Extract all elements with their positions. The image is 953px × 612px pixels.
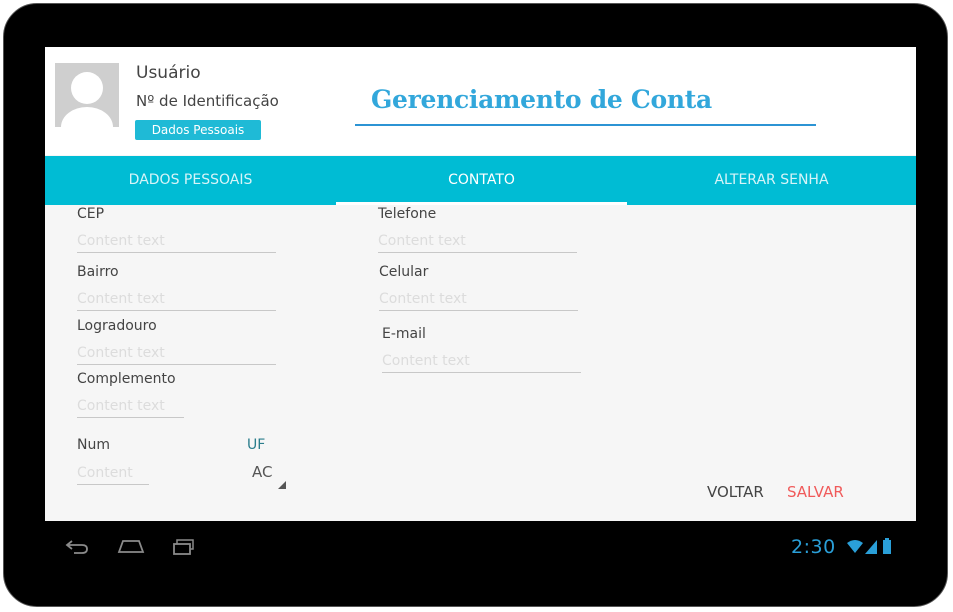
logradouro-label: Logradouro (77, 318, 157, 334)
cep-label: CEP (77, 206, 105, 222)
battery-icon (883, 538, 891, 554)
uf-selected-value: AC (252, 463, 273, 481)
status-clock: 2:30 (791, 536, 836, 558)
telefone-input[interactable] (378, 231, 577, 251)
logradouro-input[interactable] (77, 343, 276, 363)
avatar-body-shape (61, 107, 113, 127)
active-tab-indicator (336, 202, 627, 205)
home-icon[interactable] (117, 538, 145, 554)
user-name: Usuário (136, 63, 201, 83)
email-label: E-mail (382, 326, 426, 342)
page-title: Gerenciamento de Conta (371, 85, 712, 114)
bairro-field (77, 288, 276, 311)
recent-apps-icon[interactable] (172, 538, 196, 556)
complemento-field (77, 395, 184, 418)
celular-field (379, 288, 578, 311)
dropdown-caret-icon (278, 481, 286, 489)
signal-icon (865, 540, 877, 554)
title-underline (355, 124, 816, 126)
profile-header: Usuário Nº de Identificação Dados Pessoa… (45, 47, 916, 155)
num-field (77, 462, 149, 485)
complemento-label: Complemento (77, 371, 176, 387)
uf-select[interactable]: AC (250, 461, 288, 491)
telefone-field (378, 230, 577, 253)
bairro-label: Bairro (77, 264, 119, 280)
tab-bar: DADOS PESSOAIS CONTATO ALTERAR SENHA (45, 156, 916, 205)
celular-input[interactable] (379, 289, 578, 309)
tab-personal-data[interactable]: DADOS PESSOAIS (45, 156, 336, 205)
tab-contact[interactable]: CONTATO (336, 156, 627, 205)
complemento-input[interactable] (77, 396, 184, 416)
back-icon[interactable] (64, 538, 90, 556)
wifi-icon (847, 540, 863, 553)
cep-input[interactable] (77, 231, 276, 251)
num-input[interactable] (77, 463, 149, 483)
num-label: Num (77, 437, 110, 453)
app-screen: Usuário Nº de Identificação Dados Pessoa… (45, 47, 916, 521)
personal-data-button[interactable]: Dados Pessoais (135, 120, 261, 140)
back-button[interactable]: VOLTAR (707, 483, 764, 501)
tab-change-password[interactable]: ALTERAR SENHA (627, 156, 916, 205)
celular-label: Celular (379, 264, 429, 280)
email-field (382, 350, 581, 373)
avatar-head-shape (71, 72, 103, 104)
cep-field (77, 230, 276, 253)
logradouro-field (77, 342, 276, 365)
uf-label: UF (247, 437, 266, 453)
telefone-label: Telefone (378, 206, 437, 222)
avatar (55, 63, 119, 127)
bairro-input[interactable] (77, 289, 276, 309)
user-id: Nº de Identificação (136, 92, 279, 110)
email-input[interactable] (382, 351, 581, 371)
save-button[interactable]: SALVAR (787, 483, 844, 501)
